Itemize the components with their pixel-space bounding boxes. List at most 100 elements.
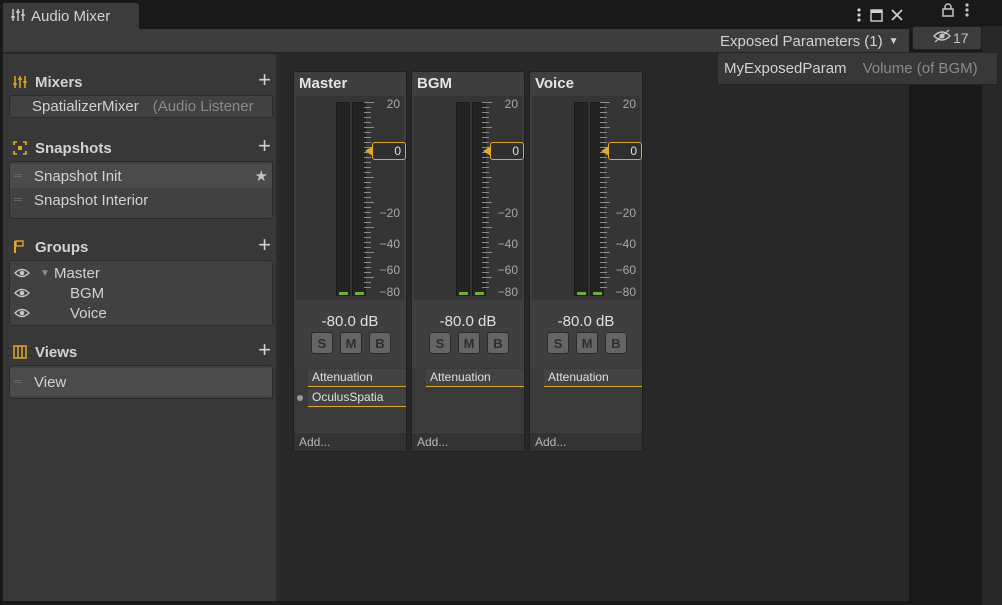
add-group-button[interactable]: + [258, 234, 271, 256]
volume-handle[interactable]: 0 [601, 142, 642, 160]
visibility-eye-icon[interactable] [14, 306, 36, 321]
add-effect-button[interactable]: Add... [530, 433, 642, 451]
bypass-button[interactable]: B [369, 332, 391, 354]
tab-audio-mixer[interactable]: Audio Mixer [3, 3, 139, 30]
add-view-button[interactable]: + [258, 339, 271, 361]
scale-tick [482, 242, 489, 243]
scale-tick [600, 287, 607, 288]
views-icon [13, 344, 31, 360]
window-title: Audio Mixer [31, 8, 111, 25]
volume-meter[interactable]: 20 −20 −40 −60 −80 0 [296, 96, 406, 300]
drag-handle-icon[interactable]: ═ [14, 170, 26, 182]
scale-tick [364, 257, 371, 258]
exposed-parameters-dropdown[interactable]: Exposed Parameters (1) ▼ [717, 30, 908, 52]
drag-handle-icon[interactable]: ═ [14, 194, 26, 206]
more-options-icon[interactable] [964, 2, 970, 21]
add-mixer-button[interactable]: + [258, 69, 271, 91]
scale-tick [600, 247, 607, 248]
visibility-eye-icon[interactable] [14, 266, 36, 281]
volume-handle[interactable]: 0 [483, 142, 524, 160]
effect-attenuation[interactable]: Attenuation [426, 369, 524, 387]
solo-button[interactable]: S [311, 332, 333, 354]
scale-tick [364, 162, 371, 163]
effect-bypass-dot[interactable] [297, 395, 303, 401]
list-item-group-bgm[interactable]: BGM [10, 283, 272, 303]
background-panel: 17 [912, 0, 1002, 605]
scale-tick [482, 202, 492, 203]
scale-label: −40 [615, 237, 636, 251]
scale-tick [600, 187, 607, 188]
solo-button[interactable]: S [429, 332, 451, 354]
bypass-button[interactable]: B [487, 332, 509, 354]
channel-strip-master: Master 20 −20 −40 −60 −80 0 -80.0 dB S M… [293, 71, 407, 452]
exposed-parameters-label: Exposed Parameters (1) [720, 32, 883, 50]
scale-tick [600, 107, 607, 108]
mute-button[interactable]: M [576, 332, 598, 354]
add-effect-button[interactable]: Add... [412, 433, 524, 451]
scale-tick [364, 137, 371, 138]
scale-tick [364, 262, 371, 263]
scale-label: −60 [497, 263, 518, 277]
scale-tick [364, 242, 371, 243]
add-effect-button[interactable]: Add... [294, 433, 406, 451]
effect-oculus-spatializer[interactable]: OculusSpatia [308, 389, 406, 407]
list-item-view[interactable]: ═ View [10, 368, 272, 396]
scale-tick [482, 107, 489, 108]
bypass-button[interactable]: B [605, 332, 627, 354]
volume-meter[interactable]: 20 −20 −40 −60 −80 0 [532, 96, 642, 300]
groups-title: Groups [35, 238, 89, 256]
scale-tick [600, 117, 607, 118]
list-item-mixer[interactable]: SpatializerMixer (Audio Listener [10, 96, 272, 117]
snapshots-title: Snapshots [35, 139, 112, 157]
close-icon[interactable] [891, 9, 903, 25]
maximize-icon[interactable] [870, 8, 883, 26]
scale-tick [482, 117, 489, 118]
scale-tick [364, 202, 374, 203]
scale-tick [600, 127, 610, 128]
scale-tick [482, 127, 492, 128]
views-list: ═ View [9, 365, 273, 399]
mute-button[interactable]: M [340, 332, 362, 354]
exposed-param-name[interactable]: MyExposedParam [724, 60, 847, 77]
scale-tick [364, 142, 371, 143]
visibility-eye-icon[interactable] [14, 286, 36, 301]
add-snapshot-button[interactable]: + [258, 135, 271, 157]
scale-tick [364, 267, 371, 268]
scale-tick [364, 287, 371, 288]
scale-tick [364, 222, 371, 223]
drag-handle-icon[interactable]: ═ [14, 376, 26, 388]
strip-name: BGM [417, 75, 452, 92]
list-item-snapshot-interior[interactable]: ═ Snapshot Interior [10, 188, 272, 212]
hidden-objects-toggle[interactable]: 17 [933, 29, 969, 46]
mixer-name: SpatializerMixer [32, 98, 139, 115]
scale-tick [482, 102, 492, 103]
list-item-group-voice[interactable]: Voice [10, 303, 272, 323]
volume-meter[interactable]: 20 −20 −40 −60 −80 0 [414, 96, 524, 300]
scale-tick [482, 277, 492, 278]
more-menu-icon[interactable] [856, 7, 862, 27]
scale-tick [364, 117, 371, 118]
scale-label: −20 [497, 206, 518, 220]
scale-tick [600, 137, 607, 138]
expand-triangle-icon[interactable]: ▼ [40, 268, 54, 279]
effect-attenuation[interactable]: Attenuation [308, 369, 406, 387]
scale-tick [364, 247, 371, 248]
scale-tick [600, 252, 610, 253]
group-name: Master [54, 264, 100, 282]
scale-label: −20 [379, 206, 400, 220]
mute-button[interactable]: M [458, 332, 480, 354]
effect-attenuation[interactable]: Attenuation [544, 369, 642, 387]
list-item-group-master[interactable]: ▼ Master [10, 263, 272, 283]
lock-icon[interactable] [942, 3, 954, 20]
scale-tick [364, 112, 371, 113]
list-item-snapshot-init[interactable]: ═ Snapshot Init ★ [10, 164, 272, 188]
scale-tick [364, 107, 371, 108]
mixers-header: Mixers + [13, 69, 273, 92]
scale-tick [600, 227, 610, 228]
channel-strip-bgm: BGM 20 −20 −40 −60 −80 0 -80.0 dB S M B … [411, 71, 525, 452]
tab-bar: Audio Mixer [3, 3, 909, 30]
solo-button[interactable]: S [547, 332, 569, 354]
scale-tick [364, 182, 371, 183]
volume-handle[interactable]: 0 [365, 142, 406, 160]
scale-tick [482, 272, 489, 273]
